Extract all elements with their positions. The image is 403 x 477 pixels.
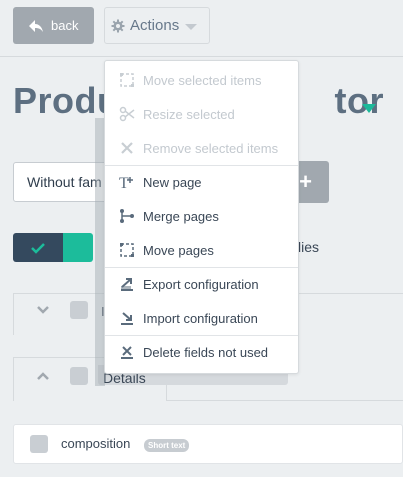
- check-icon: [31, 242, 45, 254]
- menu-item-move-pages[interactable]: Move pages: [105, 233, 298, 267]
- toggle-switch[interactable]: [13, 233, 63, 262]
- merge-icon: [120, 209, 134, 223]
- chevron-down-icon[interactable]: [36, 303, 50, 317]
- family-select-value: Without fam: [27, 174, 102, 190]
- close-icon: [121, 142, 133, 154]
- import-icon: [121, 312, 133, 325]
- menu-item-move-selected-items: Move selected items: [105, 63, 298, 97]
- details-checkbox[interactable]: [70, 367, 88, 385]
- section-checkbox[interactable]: [70, 301, 88, 319]
- menu-item-resize-selected: Resize selected: [105, 97, 298, 131]
- svg-text:T: T: [119, 175, 129, 190]
- menu-item-import-configuration[interactable]: Import configuration: [105, 301, 298, 335]
- plus-icon: +: [299, 169, 312, 194]
- export-icon: [121, 278, 133, 291]
- menu-item-delete-fields-not-used[interactable]: Delete fields not used: [105, 335, 298, 369]
- title-chevron-down-icon[interactable]: [362, 104, 376, 113]
- actions-button[interactable]: Actions: [104, 7, 210, 44]
- field-type-badge: Short text: [144, 439, 190, 452]
- field-checkbox[interactable]: [30, 435, 48, 453]
- menu-item-label: Move pages: [143, 242, 214, 258]
- chevron-up-icon[interactable]: [36, 369, 50, 383]
- menu-item-label: Delete fields not used: [143, 344, 269, 360]
- menu-item-merge-pages[interactable]: Merge pages: [105, 199, 298, 233]
- menu-item-label: Export configuration: [143, 276, 259, 292]
- menu-item-new-page[interactable]: T New page: [105, 165, 298, 199]
- move-icon: [120, 73, 134, 87]
- families-label: lies: [298, 239, 320, 255]
- toolbar-divider: [0, 56, 403, 57]
- menu-item-label: Import configuration: [143, 310, 258, 326]
- actions-dropdown-menu: Move selected items Resize selected Remove…: [104, 60, 299, 374]
- menu-item-remove-selected-items: Remove selected items: [105, 131, 298, 165]
- menu-item-label: Resize selected: [143, 106, 235, 122]
- back-button[interactable]: back: [13, 7, 94, 44]
- panel-divider: [167, 400, 403, 401]
- new-page-icon: T: [119, 175, 133, 190]
- back-button-label: back: [51, 18, 79, 33]
- back-arrow-icon: [29, 19, 43, 32]
- page-title-end: tor: [334, 80, 384, 121]
- gear-icon: [111, 19, 125, 32]
- menu-item-export-configuration[interactable]: Export configuration: [105, 267, 298, 301]
- delete-icon: [121, 346, 133, 359]
- menu-item-label: Merge pages: [143, 208, 219, 224]
- scissors-icon: [119, 106, 135, 122]
- chevron-down-icon: [185, 23, 198, 30]
- toggle-switch-knob[interactable]: [63, 233, 93, 262]
- actions-button-label: Actions: [130, 17, 180, 34]
- menu-item-label: Move selected items: [143, 72, 262, 88]
- menu-item-label: Remove selected items: [143, 140, 279, 156]
- menu-item-label: New page: [143, 174, 202, 190]
- field-name: composition: [61, 436, 131, 451]
- move-icon: [120, 243, 134, 257]
